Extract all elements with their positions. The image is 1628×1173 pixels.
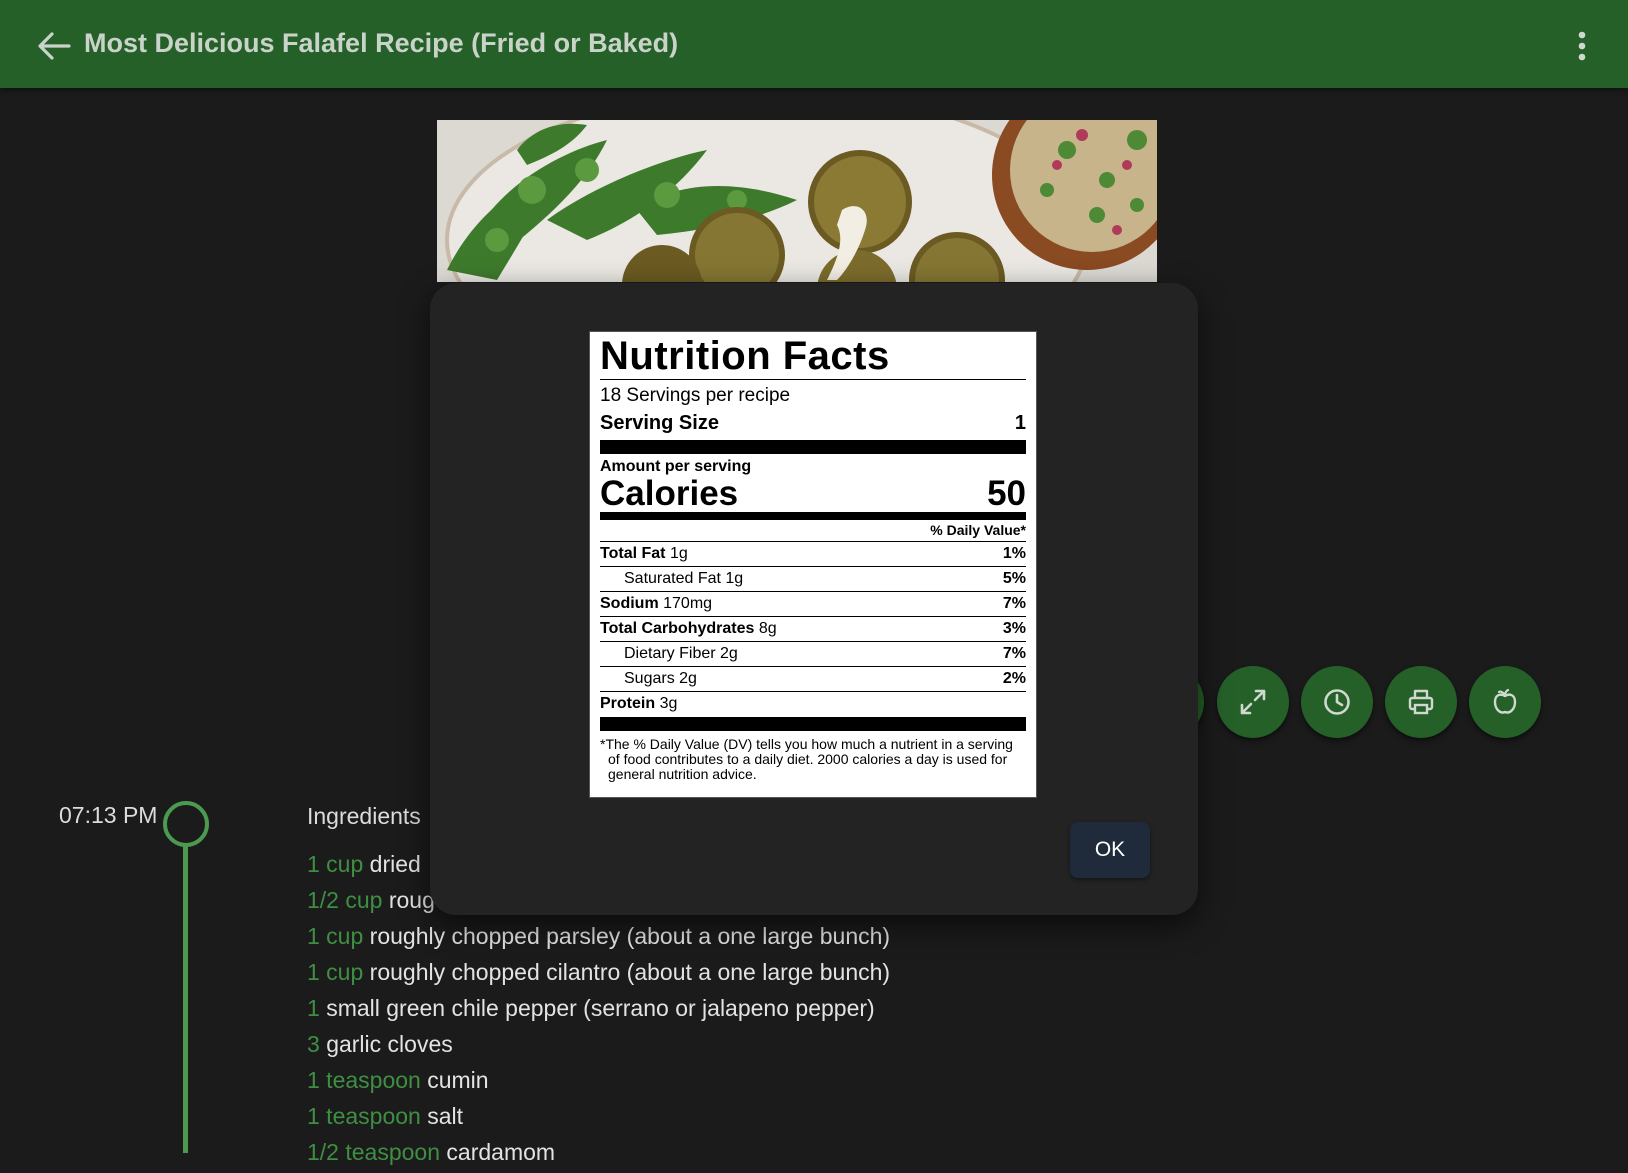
ingredient-quantity: 1/2 cup [307, 887, 383, 913]
ingredient-name: cardamom [446, 1139, 556, 1165]
nutrition-dialog: Nutrition Facts 18 Servings per recipe S… [430, 283, 1198, 915]
ingredient-quantity: 1 [307, 995, 320, 1021]
calories-label: Calories [600, 474, 739, 513]
ingredient-quantity: 3 [307, 1031, 320, 1057]
ingredient-quantity: 1 teaspoon [307, 1103, 421, 1129]
fullscreen-button[interactable] [1217, 666, 1289, 738]
serving-size-row: Serving Size 1 [600, 410, 1026, 436]
back-button[interactable] [34, 26, 74, 66]
nutrient-name: Dietary Fiber [624, 645, 716, 662]
daily-value-header: % Daily Value* [600, 520, 1026, 542]
step-time: 07:13 PM [59, 802, 158, 828]
ingredient-name: roughly chopped parsley (about a one lar… [369, 923, 891, 949]
ingredient-name: roug [388, 887, 435, 913]
ingredient-quantity: 1 cup [307, 923, 364, 949]
clock-icon [1324, 689, 1350, 715]
ingredient-item: 1 teaspoon salt [307, 1101, 890, 1137]
nutrient-row: Sodium 170mg 7% [600, 592, 1026, 617]
calories-row: Calories 50 [600, 476, 1026, 512]
serving-size-label: Serving Size [600, 412, 719, 434]
divider [600, 440, 1026, 454]
ingredient-quantity: 1/2 teaspoon [307, 1139, 441, 1165]
ingredients-heading: Ingredients [307, 803, 421, 829]
fullscreen-icon [1240, 689, 1266, 715]
ingredient-item: 1 small green chile pepper (serrano or j… [307, 993, 890, 1029]
ingredient-item: 1 teaspoon cumin [307, 1065, 890, 1101]
nutrient-row: Total Fat 1g 1% [600, 542, 1026, 567]
nutrient-amount: 8g [758, 620, 777, 637]
apple-icon [1493, 688, 1517, 714]
ingredient-name: small green chile pepper (serrano or jal… [326, 995, 875, 1021]
nutrient-percent: 2% [1002, 670, 1026, 687]
nutrient-amount: 1g [669, 545, 688, 562]
more-vertical-icon [1578, 31, 1586, 61]
ingredient-quantity: 1 cup [307, 959, 364, 985]
recipe-image [437, 120, 1157, 282]
nutrient-amount: 170mg [663, 595, 713, 612]
ingredient-name: salt [427, 1103, 464, 1129]
serving-size-value: 1 [1014, 412, 1026, 434]
nutrient-amount: 3g [659, 695, 678, 712]
nutrient-name: Sugars [624, 670, 675, 687]
divider [600, 512, 1026, 520]
nutrient-percent: 7% [1002, 645, 1026, 662]
ingredient-name: garlic cloves [326, 1031, 453, 1057]
nutrient-amount: 2g [679, 670, 697, 687]
ingredient-name: cumin [427, 1067, 489, 1093]
nutrient-amount: 2g [720, 645, 738, 662]
nutrition-title: Nutrition Facts [600, 334, 1026, 380]
ingredient-item: 1 cup roughly chopped cilantro (about a … [307, 957, 890, 993]
nutrient-percent: 5% [1002, 570, 1026, 587]
servings-per-recipe: 18 Servings per recipe [600, 385, 791, 406]
page-title: Most Delicious Falafel Recipe (Fried or … [84, 28, 679, 58]
app-bar: Most Delicious Falafel Recipe (Fried or … [0, 0, 1628, 88]
ingredient-name: dried [369, 851, 421, 877]
nutrient-name: Total Fat [600, 545, 666, 562]
printer-icon [1408, 689, 1434, 715]
print-button[interactable] [1385, 666, 1457, 738]
timer-button[interactable] [1301, 666, 1373, 738]
ingredient-item: 1/2 teaspoon cardamom [307, 1137, 890, 1173]
timeline-line [183, 846, 188, 1153]
ingredient-name: roughly chopped cilantro (about a one la… [369, 959, 891, 985]
nutrient-percent: 3% [1002, 620, 1026, 637]
nutrient-name: Sodium [600, 595, 659, 612]
ingredient-item: 3 garlic cloves [307, 1029, 890, 1065]
nutrition-facts-label: Nutrition Facts 18 Servings per recipe S… [589, 331, 1037, 798]
ingredient-item: 1 cup roughly chopped parsley (about a o… [307, 921, 890, 957]
nutrient-row: Protein 3g [600, 692, 1026, 717]
timeline-node [163, 801, 209, 847]
arrow-left-icon [38, 32, 71, 60]
nutrient-name: Protein [600, 695, 656, 712]
nutrient-row: Total Carbohydrates 8g 3% [600, 617, 1026, 642]
nutrient-name: Saturated Fat [624, 570, 721, 587]
calories-value: 50 [987, 474, 1026, 513]
ok-button[interactable]: OK [1070, 822, 1150, 878]
nutrition-button[interactable] [1469, 666, 1541, 738]
nutrient-row: Saturated Fat 1g 5% [600, 567, 1026, 592]
nutrient-percent: 1% [1002, 545, 1026, 562]
more-options-button[interactable] [1570, 28, 1594, 64]
nutrient-amount: 1g [725, 570, 744, 587]
ingredient-quantity: 1 cup [307, 851, 364, 877]
nutrient-name: Total Carbohydrates [600, 620, 755, 637]
nutrient-row: Dietary Fiber 2g 7% [600, 642, 1026, 667]
daily-value-footnote: *The % Daily Value (DV) tells you how mu… [600, 736, 1013, 782]
divider [600, 717, 1026, 731]
nutrient-percent: 7% [1002, 595, 1026, 612]
nutrient-row: Sugars 2g 2% [600, 667, 1026, 692]
ingredient-quantity: 1 teaspoon [307, 1067, 421, 1093]
